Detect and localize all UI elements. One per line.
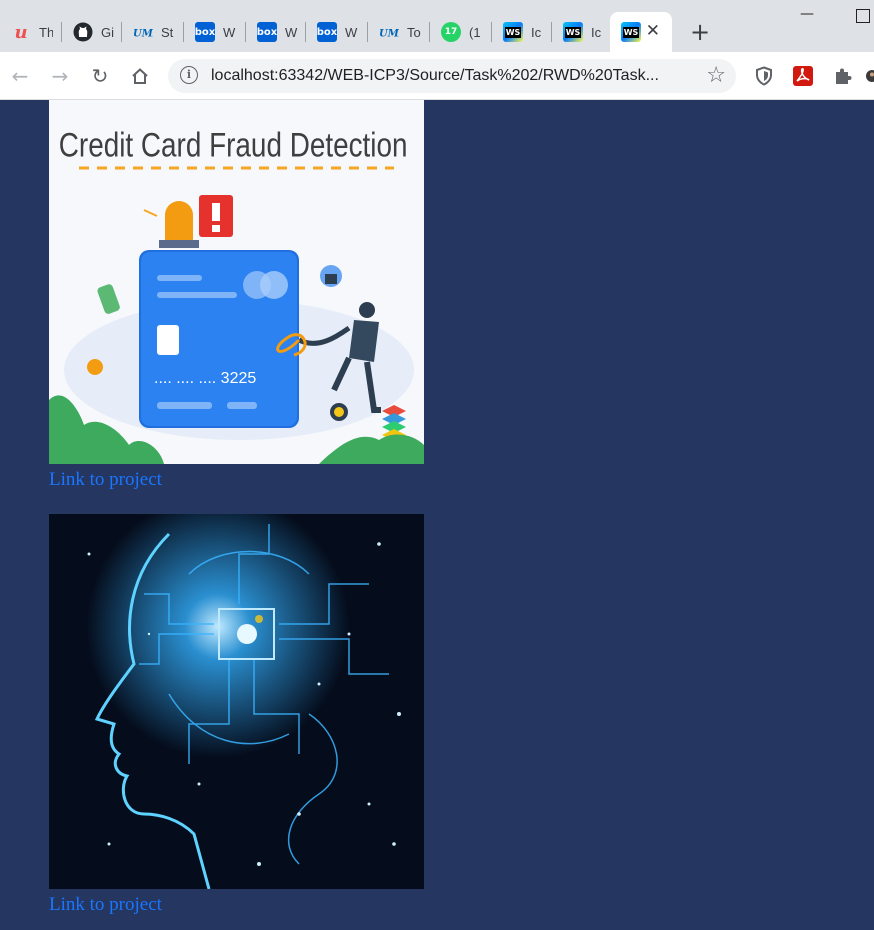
svg-text:UMKC: UMKC <box>379 29 399 40</box>
tab-1[interactable]: u Th <box>0 12 62 52</box>
tab-5[interactable]: box W <box>246 12 306 52</box>
close-tab-icon[interactable]: ✕ <box>646 21 660 41</box>
profile-avatar[interactable] <box>866 62 874 90</box>
tab-title: Ic <box>531 24 542 40</box>
tab-7[interactable]: UMKC To <box>368 12 430 52</box>
tab-title: Th <box>39 24 53 40</box>
tab-title: (1 <box>469 24 481 40</box>
ai-brain-circuit-image <box>49 514 424 889</box>
tab-strip: u Th Gi UMKC St box W box W box W UMKC <box>0 0 874 52</box>
umkc-icon: UMKC <box>133 22 153 42</box>
shield-extension-icon[interactable] <box>750 62 778 90</box>
project-link-1[interactable]: Link to project <box>49 469 424 491</box>
tab-10[interactable]: WS Ic <box>552 12 610 52</box>
webstorm-icon: WS <box>621 22 641 42</box>
maximize-icon[interactable] <box>856 9 870 23</box>
webstorm-icon: WS <box>563 22 583 42</box>
tab-title: W <box>223 24 236 40</box>
tab-title: W <box>285 24 298 40</box>
umkc-icon: UMKC <box>379 22 399 42</box>
extensions-puzzle-icon[interactable] <box>829 62 857 90</box>
svg-text:UMKC: UMKC <box>133 29 153 40</box>
credit-card-fraud-image: Credit Card Fraud Detection .... .... ..… <box>49 100 424 464</box>
box-icon: box <box>317 22 337 42</box>
tab-title: W <box>345 24 358 40</box>
tab-title: Gi <box>101 24 114 40</box>
project-card-fraud: Credit Card Fraud Detection .... .... ..… <box>49 100 424 491</box>
tab-8[interactable]: 17 (1 <box>430 12 492 52</box>
forward-icon[interactable]: → <box>46 62 74 90</box>
image-title: Credit Card Fraud Detection <box>59 126 408 164</box>
url-text[interactable]: localhost:63342/WEB-ICP3/Source/Task%202… <box>211 67 659 85</box>
project-link-2[interactable]: Link to project <box>49 894 424 916</box>
card-digits: .... .... .... 3225 <box>154 370 256 387</box>
box-icon: box <box>195 22 215 42</box>
tab-4[interactable]: box W <box>184 12 246 52</box>
project-ai-brain: Link to project <box>49 514 424 916</box>
reload-icon[interactable]: ↻ <box>86 62 114 90</box>
minimize-icon[interactable]: — <box>800 6 814 28</box>
back-icon[interactable]: ← <box>6 62 34 90</box>
tab-3[interactable]: UMKC St <box>122 12 184 52</box>
box-icon: box <box>257 22 277 42</box>
tab-6[interactable]: box W <box>306 12 368 52</box>
site-info-icon[interactable]: i <box>180 66 198 84</box>
whatsapp-icon: 17 <box>441 22 461 42</box>
udemy-icon: u <box>14 21 28 43</box>
tab-active[interactable]: WS ✕ <box>610 12 672 52</box>
bookmark-star-icon[interactable]: ☆ <box>706 63 726 88</box>
address-bar[interactable]: i localhost:63342/WEB-ICP3/Source/Task%2… <box>168 59 736 93</box>
tab-2[interactable]: Gi <box>62 12 122 52</box>
github-icon <box>73 22 93 42</box>
browser-toolbar: ← → ↻ i localhost:63342/WEB-ICP3/Source/… <box>0 52 874 100</box>
adobe-pdf-icon[interactable] <box>789 62 817 90</box>
new-tab-button[interactable]: + <box>686 18 714 46</box>
tab-title: St <box>161 24 174 40</box>
tab-9[interactable]: WS Ic <box>492 12 552 52</box>
webstorm-icon: WS <box>503 22 523 42</box>
tab-title: To <box>407 24 421 40</box>
tab-title: Ic <box>591 24 602 40</box>
home-icon[interactable] <box>126 62 154 90</box>
